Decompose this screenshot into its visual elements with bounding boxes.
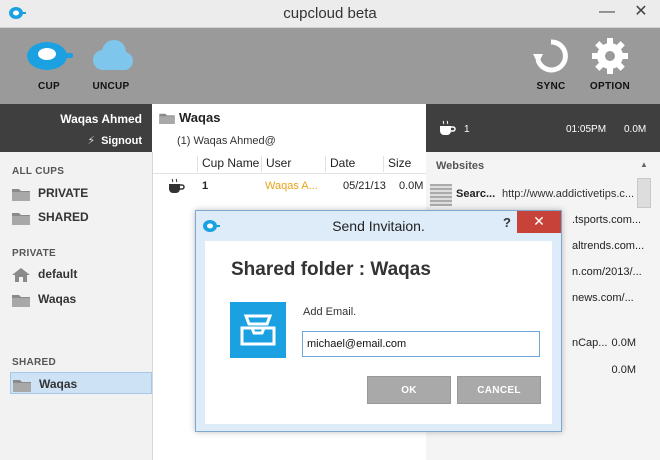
sidebar-item-label: Waqas [38, 292, 77, 306]
signout-button[interactable]: ⚡ Signout [87, 134, 142, 147]
cloud-icon [93, 40, 133, 70]
item-fragment: nCap... [572, 337, 608, 349]
scrollbar-thumb[interactable] [637, 178, 651, 208]
signout-label: Signout [101, 135, 142, 147]
folder-icon [12, 294, 30, 307]
toolbar: CUP UNCUP SYNC OPTION [0, 28, 660, 104]
sync-icon [533, 39, 568, 73]
website-row[interactable]: Searc... http://www.addictivetips.c... [426, 182, 642, 208]
inbox-tile [230, 302, 286, 358]
folder-icon [159, 113, 175, 124]
websites-heading: Websites [436, 160, 485, 172]
private-heading: PRIVATE [12, 248, 56, 259]
minimize-button[interactable]: — [590, 0, 624, 26]
title-bar: cupcloud beta — ✕ [0, 0, 660, 28]
cell-cup-name: 1 [202, 180, 209, 192]
email-field[interactable] [302, 331, 540, 357]
ok-button[interactable]: OK [367, 376, 451, 404]
sidebar-item-default[interactable]: default [12, 263, 150, 285]
help-button[interactable]: ? [503, 215, 511, 230]
sync-label: SYNC [536, 81, 566, 92]
folder-icon [12, 212, 30, 225]
window-title: cupcloud beta [283, 5, 377, 22]
item-size: 0.0M [611, 337, 636, 349]
sidebar-item-label: PRIVATE [38, 186, 89, 200]
table-row[interactable]: 1 Waqas A... 05/21/13 0.0M [153, 176, 426, 198]
activity-header: 1 01:05PM 0.0M [426, 104, 660, 152]
all-cups-heading: ALL CUPS [12, 166, 65, 177]
folder-title: Waqas [159, 110, 220, 125]
folder-icon [12, 188, 30, 201]
option-label: OPTION [589, 81, 631, 92]
sidebar-item-private[interactable]: PRIVATE [12, 182, 150, 204]
website-thumbnail [430, 184, 452, 206]
inbox-icon [240, 314, 276, 346]
column-size[interactable]: Size [383, 156, 411, 172]
sidebar-item-shared[interactable]: SHARED [12, 206, 150, 228]
sidebar-item-label: default [38, 267, 78, 281]
cell-size: 0.0M [399, 180, 424, 192]
website-name: Searc... [456, 188, 496, 200]
close-button[interactable]: ✕ [624, 0, 658, 26]
folder-icon [13, 379, 31, 392]
coffee-cup-icon [440, 120, 456, 135]
user-bar: Waqas Ahmed ⚡ Signout [0, 104, 152, 152]
column-date[interactable]: Date [325, 156, 355, 172]
cup-table-header: Cup Name User Date Size [153, 152, 426, 174]
column-user[interactable]: User [261, 156, 291, 172]
user-name: Waqas Ahmed [60, 112, 142, 126]
cup-button[interactable]: CUP [24, 36, 74, 92]
activity-count: 1 [464, 124, 470, 135]
folder-title-text: Waqas [179, 110, 221, 125]
home-icon [12, 267, 30, 282]
sidebar: ALL CUPS PRIVATE SHARED PRIVATE default … [0, 152, 153, 460]
cup-label: CUP [37, 81, 60, 92]
add-email-label: Add Email. [303, 306, 357, 318]
cell-user: Waqas A... [265, 180, 318, 192]
website-url-fragment: .tsports.com... [572, 214, 642, 226]
dialog-heading: Shared folder : Waqas [231, 259, 431, 280]
cancel-button[interactable]: CANCEL [457, 376, 541, 404]
scroll-up-arrow-icon[interactable]: ▲ [640, 160, 648, 169]
column-cup-name[interactable]: Cup Name [197, 156, 259, 172]
sidebar-item-waqas-shared[interactable]: Waqas [10, 372, 152, 394]
uncup-label: UNCUP [92, 81, 130, 92]
coffee-cup-icon [169, 178, 185, 193]
uncup-button[interactable]: UNCUP [86, 36, 136, 92]
option-button[interactable]: OPTION [584, 36, 636, 92]
dialog-title-bar: Send Invitaion. ? ✕ [196, 211, 561, 241]
dialog-close-button[interactable]: ✕ [517, 211, 561, 233]
sidebar-item-label: SHARED [38, 210, 89, 224]
item-size: 0.0M [611, 364, 636, 376]
website-url-fragment: n.com/2013/... [572, 266, 642, 278]
website-url-fragment: news.com/... [572, 292, 634, 304]
sync-button[interactable]: SYNC [526, 36, 576, 92]
gear-icon [592, 38, 628, 74]
website-url-fragment: altrends.com... [572, 240, 645, 252]
cell-date: 05/21/13 [343, 180, 386, 192]
folder-header: Waqas (1) Waqas Ahmed@ [153, 104, 426, 152]
dialog-body: Shared folder : Waqas Add Email. OK CANC… [205, 241, 552, 424]
activity-size: 0.0M [624, 124, 647, 135]
sidebar-item-label: Waqas [39, 377, 78, 391]
folder-members[interactable]: (1) Waqas Ahmed@ [177, 135, 276, 147]
activity-time: 01:05PM [566, 124, 607, 135]
sidebar-item-waqas-private[interactable]: Waqas [12, 288, 150, 310]
lightning-icon: ⚡ [87, 135, 96, 147]
shared-heading: SHARED [12, 357, 57, 368]
cup-icon [27, 42, 73, 70]
send-invitation-dialog: Send Invitaion. ? ✕ Shared folder : Waqa… [195, 210, 562, 432]
website-url: http://www.addictivetips.c... [502, 188, 635, 200]
